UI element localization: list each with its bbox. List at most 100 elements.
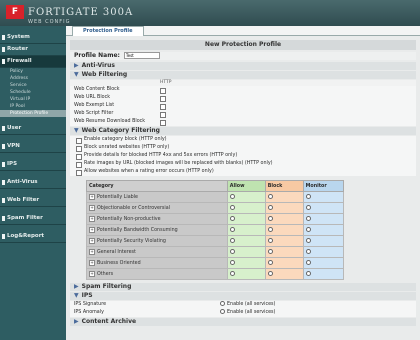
sidebar-item-system[interactable]: System: [0, 32, 66, 44]
allow-radio[interactable]: [229, 249, 235, 254]
monitor-radio[interactable]: [305, 260, 311, 265]
table-row: + Business Oriented: [86, 257, 345, 269]
expand-plus-icon[interactable]: +: [89, 216, 95, 222]
expand-plus-icon[interactable]: +: [89, 227, 95, 233]
ips-anomaly-option[interactable]: Enable (all services): [220, 309, 275, 317]
block-radio[interactable]: [267, 271, 273, 276]
allow-on-rating-error-checkbox[interactable]: [76, 170, 82, 176]
allow-radio[interactable]: [229, 227, 235, 232]
sidebar-subitem-schedule[interactable]: Schedule: [0, 89, 66, 96]
expand-plus-icon[interactable]: +: [89, 194, 95, 200]
section-content-archive[interactable]: ▶ Content Archive: [70, 318, 416, 326]
sidebar-item-web-filter[interactable]: Web Filter: [0, 195, 66, 207]
allow-radio[interactable]: [229, 260, 235, 265]
allow-radio[interactable]: [229, 194, 235, 199]
monitor-radio[interactable]: [305, 271, 311, 276]
section-ips[interactable]: ▼ IPS: [70, 292, 416, 300]
section-web-filtering[interactable]: ▼ Web Filtering: [70, 71, 416, 79]
section-label: IPS: [81, 292, 93, 299]
web-category-option: Provide details for blocked HTTP 4xx and…: [70, 152, 416, 160]
monitor-radio[interactable]: [305, 238, 311, 243]
block-radio[interactable]: [267, 249, 273, 254]
sidebar-item-ips[interactable]: IPS: [0, 159, 66, 171]
sidebar-item-log-report[interactable]: Log&Report: [0, 231, 66, 243]
option-label: Enable category block (HTTP only): [84, 137, 167, 142]
web-filter-label: Web Script Filter: [74, 111, 114, 116]
web-filter-label: Web Exempt List: [74, 103, 115, 108]
table-row: + Potentially Security Violating: [86, 235, 345, 247]
sidebar-item-firewall[interactable]: Firewall: [0, 56, 66, 68]
table-row: + Others: [86, 268, 345, 280]
sidebar-subitem-service[interactable]: Service: [0, 82, 66, 89]
sidebar-subitem-ip-pool[interactable]: IP Pool: [0, 103, 66, 110]
sidebar-subitem-address[interactable]: Address: [0, 75, 66, 82]
category-label: Potentially Non-productive: [97, 217, 161, 222]
sidebar-item-label: Router: [7, 46, 29, 52]
option-label: Allow websites when a rating error occur…: [84, 169, 214, 174]
expand-plus-icon[interactable]: +: [89, 205, 95, 211]
sidebar-subitem-protection-profile[interactable]: Protection Profile: [0, 110, 66, 117]
column-header-monitor: Monitor: [302, 180, 345, 192]
nav-marker-icon: [2, 126, 5, 131]
expand-plus-icon[interactable]: +: [89, 249, 95, 255]
block-radio[interactable]: [267, 238, 273, 243]
profile-name-row: Profile Name:: [70, 52, 416, 60]
sidebar-subitem-policy[interactable]: Policy: [0, 68, 66, 75]
section-anti-virus[interactable]: ▶ Anti-Virus: [70, 62, 416, 70]
sidebar-item-anti-virus[interactable]: Anti-Virus: [0, 177, 66, 189]
web-resume-download-block-checkbox[interactable]: [160, 120, 166, 126]
ips-anomaly-radio[interactable]: [220, 309, 225, 314]
sidebar-item-user[interactable]: User: [0, 123, 66, 135]
profile-name-input[interactable]: [123, 52, 160, 59]
ips-signature-option[interactable]: Enable (all services): [220, 301, 275, 309]
nav-marker-icon: [2, 35, 5, 40]
monitor-radio[interactable]: [305, 194, 311, 199]
logo-mark: F: [6, 5, 24, 19]
sidebar-item-label: Firewall: [7, 58, 32, 64]
monitor-radio[interactable]: [305, 216, 311, 221]
category-label: Potentially Bandwidth Consuming: [97, 228, 178, 233]
section-spam-filtering[interactable]: ▶ Spam Filtering: [70, 283, 416, 291]
monitor-radio[interactable]: [305, 249, 311, 254]
logo: F FORTIGATE 300A: [6, 5, 133, 19]
ips-label: IPS Signature: [74, 302, 107, 307]
web-filter-row: Web URL Block: [70, 94, 416, 102]
expand-arrow-icon: ▶: [74, 62, 79, 69]
collapse-arrow-icon: ▼: [74, 127, 79, 134]
sidebar-item-vpn[interactable]: VPN: [0, 141, 66, 153]
block-radio[interactable]: [267, 194, 273, 199]
web-category-option: Enable category block (HTTP only): [70, 136, 416, 144]
sidebar-subitem-virtual-ip[interactable]: Virtual IP: [0, 96, 66, 103]
expand-plus-icon[interactable]: +: [89, 238, 95, 244]
block-radio[interactable]: [267, 216, 273, 221]
section-web-category-filtering[interactable]: ▼ Web Category Filtering: [70, 127, 416, 135]
column-header-category: Category: [86, 180, 228, 192]
web-filter-label: Web URL Block: [74, 95, 110, 100]
block-radio[interactable]: [267, 260, 273, 265]
monitor-radio[interactable]: [305, 227, 311, 232]
ips-signature-radio[interactable]: [220, 301, 225, 306]
allow-radio[interactable]: [229, 216, 235, 221]
expand-plus-icon[interactable]: +: [89, 260, 95, 266]
sidebar-item-label: Log&Report: [7, 233, 45, 239]
collapse-arrow-icon: ▼: [74, 71, 79, 78]
section-label: Anti-Virus: [81, 62, 115, 69]
monitor-radio[interactable]: [305, 205, 311, 210]
tab-protection-profile[interactable]: Protection Profile: [72, 26, 144, 36]
block-radio[interactable]: [267, 205, 273, 210]
allow-radio[interactable]: [229, 271, 235, 276]
sidebar-item-router[interactable]: Router: [0, 44, 66, 56]
collapse-arrow-icon: ▼: [74, 292, 79, 299]
option-label: Rate images by URL (blocked images will …: [84, 161, 273, 166]
allow-radio[interactable]: [229, 205, 235, 210]
table-row: + Potentially Non-productive: [86, 213, 345, 225]
expand-arrow-icon: ▶: [74, 318, 79, 325]
category-label: Potentially Liable: [97, 195, 138, 200]
web-filter-label: Web Content Block: [74, 87, 120, 92]
allow-radio[interactable]: [229, 238, 235, 243]
web-filter-row: Web Exempt List: [70, 102, 416, 110]
block-radio[interactable]: [267, 227, 273, 232]
expand-plus-icon[interactable]: +: [89, 271, 95, 277]
ips-row: IPS Anomaly Enable (all services): [70, 309, 416, 317]
sidebar-item-spam-filter[interactable]: Spam Filter: [0, 213, 66, 225]
